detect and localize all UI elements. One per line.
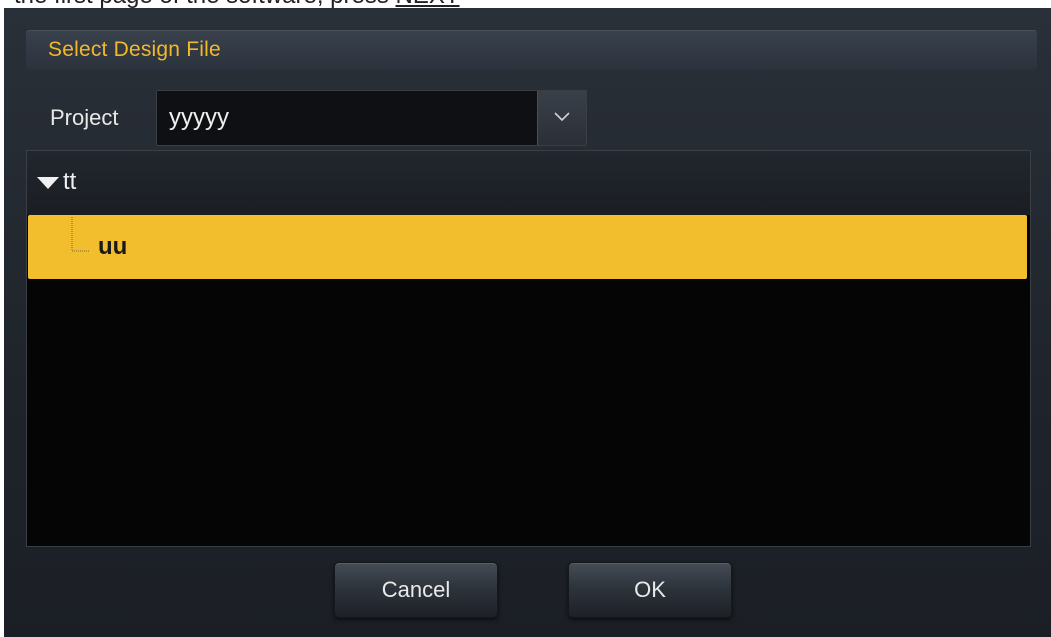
design-file-tree[interactable]: tt uu: [26, 150, 1031, 547]
project-select[interactable]: yyyyy: [156, 90, 587, 146]
cancel-button[interactable]: Cancel: [334, 562, 498, 618]
document-text: the first page of the software, press: [14, 0, 396, 8]
tree-connector-icon: [71, 217, 90, 252]
dialog-title: Select Design File: [48, 38, 221, 61]
tree-node-root-label: tt: [63, 168, 77, 195]
tree-node-child-label: uu: [98, 233, 128, 260]
tree-node-root[interactable]: tt: [27, 151, 1030, 215]
select-design-file-dialog: Select Design File Project yyyyy tt uu C…: [4, 8, 1051, 637]
document-text-strip: the first page of the software, press NE…: [0, 0, 1051, 8]
document-link-next[interactable]: NEXT: [396, 0, 460, 8]
dialog-title-bar: Select Design File: [26, 30, 1037, 70]
project-label: Project: [50, 105, 119, 130]
ok-button[interactable]: OK: [568, 562, 732, 618]
tree-node-child-selected[interactable]: uu: [28, 215, 1027, 279]
project-dropdown-button[interactable]: [537, 91, 586, 145]
chevron-down-icon: [554, 112, 570, 122]
project-selected-value: yyyyy: [169, 104, 229, 131]
document-text-line: the first page of the software, press NE…: [14, 0, 460, 8]
triangle-down-icon[interactable]: [37, 177, 59, 189]
